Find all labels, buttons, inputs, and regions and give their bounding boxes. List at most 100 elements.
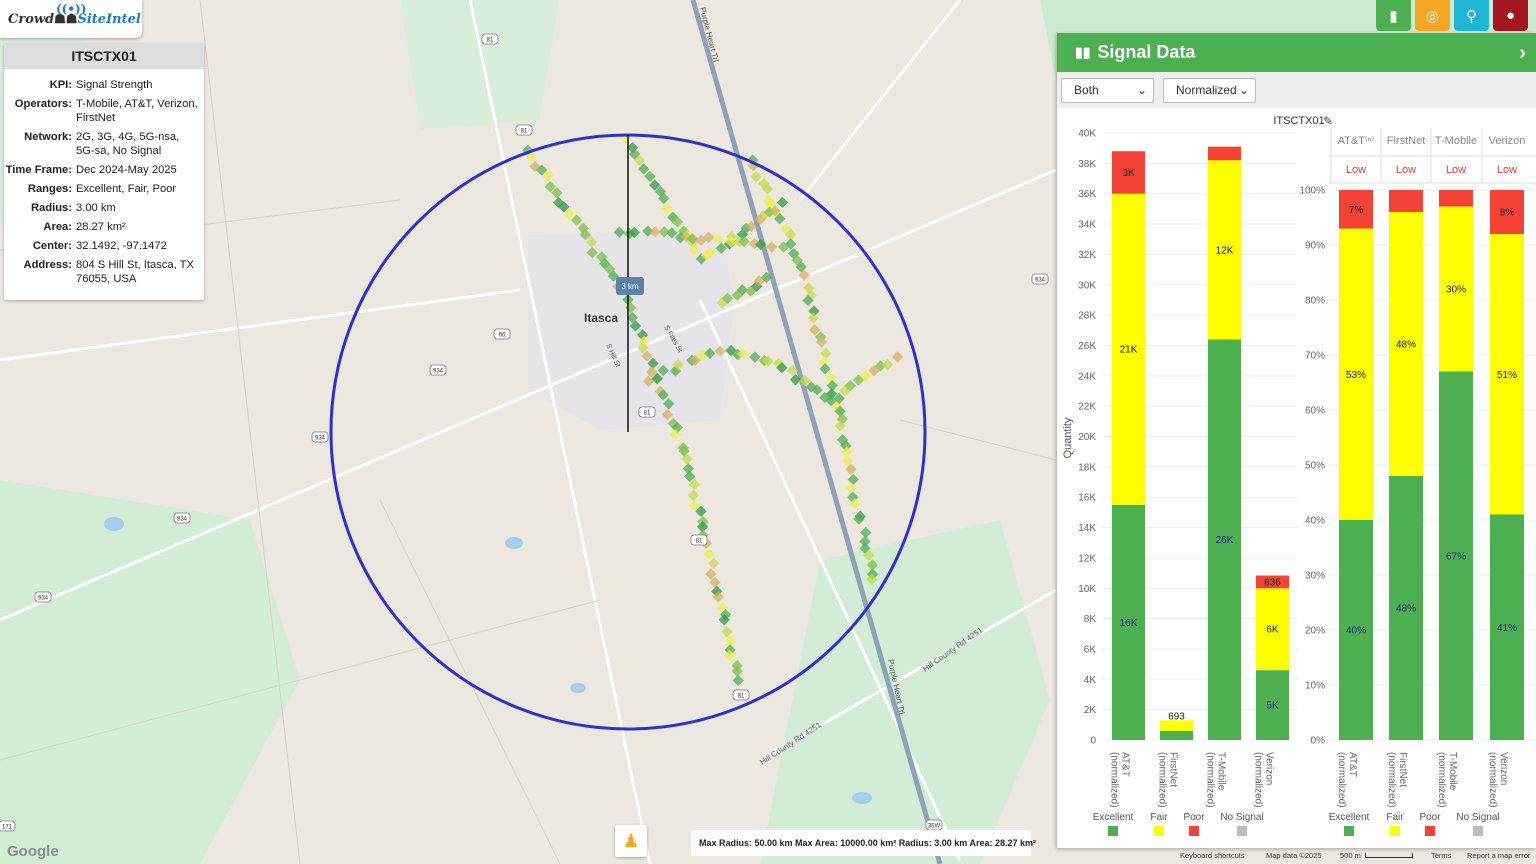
mode-select[interactable]: Normalized ⌄ bbox=[1163, 77, 1256, 103]
site-field-value: 2G, 3G, 4G, 5G-nsa, 5G-sa, No Signal bbox=[76, 131, 180, 157]
bar-data-label: 48% bbox=[1396, 604, 1416, 615]
y-tick-label: 38K bbox=[1078, 159, 1096, 170]
terms-link[interactable]: Terms bbox=[1431, 847, 1451, 864]
y-tick-label: 100% bbox=[1299, 186, 1325, 197]
bar-data-label: 6K bbox=[1266, 625, 1279, 636]
x-tick-label: FirstNet(normalized) bbox=[1386, 752, 1408, 808]
map-scale[interactable]: 500 m bbox=[1340, 847, 1413, 864]
y-tick-label: 30K bbox=[1078, 280, 1096, 291]
bar-segment bbox=[1160, 730, 1193, 740]
panel-header: ▮▮ Signal Data › bbox=[1057, 33, 1536, 72]
site-field-value: 32.1492, -97.1472 bbox=[76, 240, 167, 252]
route-shield-label: 934 bbox=[315, 436, 326, 442]
top-toolbar: ▮ ◎ ⚲ ● bbox=[1376, 0, 1528, 31]
site-field-row: Address: 804 S Hill St, Itasca, TX 76055,… bbox=[4, 257, 198, 290]
y-tick-label: 10K bbox=[1078, 584, 1096, 595]
bar-data-label: 40% bbox=[1346, 626, 1366, 637]
y-tick-label: 18K bbox=[1078, 462, 1096, 473]
y-tick-label: 0 bbox=[1090, 736, 1096, 747]
legend-swatch[interactable] bbox=[1189, 826, 1199, 836]
edit-pencil-icon[interactable]: ✎ bbox=[1323, 114, 1333, 128]
route-shield-label: 934 bbox=[433, 369, 444, 375]
bar-data-label: 53% bbox=[1346, 370, 1366, 381]
site-title: ITSCTX01 bbox=[4, 44, 204, 69]
x-tick-label: AT&T(normalized) bbox=[1336, 752, 1358, 808]
legend-label[interactable]: No Signal bbox=[1456, 812, 1499, 823]
legend-swatch[interactable] bbox=[1390, 826, 1400, 836]
site-field-value: Dec 2024-May 2025 bbox=[76, 164, 177, 176]
signal-chart: ITSCTX01✎ Quantity 0 2K 4K 6K 8K 10K 12K 14K 16K 18… bbox=[1062, 114, 1536, 836]
report-map-error-link[interactable]: Report a map error bbox=[1467, 847, 1530, 864]
logo-text-siteintel: SiteIntel bbox=[77, 11, 141, 27]
site-field-row: Radius: 3.00 km bbox=[4, 200, 198, 219]
operator-column-header: AT&T⁽ⁿ⁾ bbox=[1338, 135, 1375, 147]
chart-button[interactable]: ▮ bbox=[1376, 0, 1411, 31]
legend-swatch[interactable] bbox=[1108, 826, 1118, 836]
bar-data-label: 21K bbox=[1120, 345, 1138, 356]
site-field-row: Ranges: Excellent, Fair, Poor bbox=[4, 181, 198, 200]
chevron-down-icon: ⌄ bbox=[1136, 83, 1147, 97]
y-tick-label: 6K bbox=[1084, 644, 1097, 655]
signal-level-label: Low bbox=[1396, 164, 1416, 176]
y-tick-label: 34K bbox=[1078, 220, 1096, 231]
y-tick-label: 32K bbox=[1078, 250, 1096, 261]
site-field-row: Operators: T-Mobile, AT&T, Verizon, First… bbox=[4, 96, 198, 129]
y-tick-label: 22K bbox=[1078, 402, 1096, 413]
legend-swatch[interactable] bbox=[1154, 826, 1164, 836]
map-scale-bar bbox=[1364, 853, 1413, 858]
x-tick-label: FirstNet(normalized) bbox=[1157, 752, 1179, 808]
legend-label[interactable]: Excellent bbox=[1329, 812, 1370, 823]
y-tick-label: 20K bbox=[1078, 432, 1096, 443]
panel-controls: Both ⌄ Normalized ⌄ bbox=[1057, 72, 1536, 108]
broadcast-icon: ((•)) bbox=[56, 2, 87, 16]
site-field-value: Excellent, Fair, Poor bbox=[76, 183, 177, 195]
y-tick-label: 10% bbox=[1305, 681, 1325, 692]
bar-data-label: 5K bbox=[1266, 701, 1279, 712]
route-shield-label: 35W bbox=[928, 824, 941, 830]
bar-data-label: 3K bbox=[1122, 168, 1135, 179]
pin-button[interactable]: ⚲ bbox=[1454, 0, 1489, 31]
legend-label[interactable]: No Signal bbox=[1220, 812, 1263, 823]
legend-label[interactable]: Fair bbox=[1150, 812, 1168, 823]
legend-swatch[interactable] bbox=[1344, 826, 1354, 836]
site-field-value: 3.00 km bbox=[76, 202, 116, 214]
y-tick-label: 40% bbox=[1305, 516, 1325, 527]
operator-select[interactable]: Both ⌄ bbox=[1061, 77, 1154, 103]
site-field-key: KPI: bbox=[49, 79, 72, 91]
collapse-chevron-icon[interactable]: › bbox=[1519, 42, 1526, 65]
legend-swatch[interactable] bbox=[1473, 826, 1483, 836]
app-logo[interactable]: ((•)) Crowd ☗☗ SiteIntel bbox=[0, 0, 142, 38]
site-field-row: KPI: Signal Strength bbox=[4, 77, 198, 96]
y-tick-label: 60% bbox=[1305, 406, 1325, 417]
operator-select-value: Both bbox=[1074, 83, 1099, 97]
route-shield-label: 934 bbox=[38, 596, 49, 602]
globe-button[interactable]: ● bbox=[1493, 0, 1528, 31]
y-axis-label: Quantity bbox=[1062, 417, 1074, 458]
bar-data-label: 12K bbox=[1216, 245, 1234, 256]
route-shield-label: 171 bbox=[2, 825, 13, 831]
y-tick-label: 50% bbox=[1305, 461, 1325, 472]
bar-data-label: 41% bbox=[1497, 623, 1517, 634]
legend-label[interactable]: Poor bbox=[1183, 812, 1205, 823]
chart-title: ITSCTX01 bbox=[1273, 115, 1324, 127]
street-view-pegman[interactable]: ♟ bbox=[615, 825, 647, 857]
x-tick-label: T-Mobile(normalized) bbox=[1205, 752, 1227, 808]
legend-swatch[interactable] bbox=[1425, 826, 1435, 836]
legend-label[interactable]: Poor bbox=[1419, 812, 1441, 823]
legend-swatch[interactable] bbox=[1237, 826, 1247, 836]
y-tick-label: 30% bbox=[1305, 571, 1325, 582]
y-tick-label: 14K bbox=[1078, 523, 1096, 534]
keyboard-shortcuts-link[interactable]: Keyboard shortcuts bbox=[1180, 847, 1245, 864]
x-tick-label: T-Mobile(normalized) bbox=[1436, 752, 1458, 808]
legend-label[interactable]: Excellent bbox=[1093, 812, 1134, 823]
bar-data-label: 30% bbox=[1446, 285, 1466, 296]
site-field-value: Signal Strength bbox=[76, 79, 153, 91]
site-field-row: Network: 2G, 3G, 4G, 5G-nsa, 5G-sa, No Si… bbox=[4, 129, 198, 162]
target-button[interactable]: ◎ bbox=[1415, 0, 1450, 31]
operator-column-header: Verizon bbox=[1489, 135, 1526, 147]
target-icon: ◎ bbox=[1425, 7, 1440, 25]
legend-label[interactable]: Fair bbox=[1386, 812, 1404, 823]
route-shield-label: 81 bbox=[738, 694, 745, 700]
site-field-value: 28.27 km² bbox=[76, 221, 126, 233]
globe-icon: ● bbox=[1505, 7, 1516, 24]
